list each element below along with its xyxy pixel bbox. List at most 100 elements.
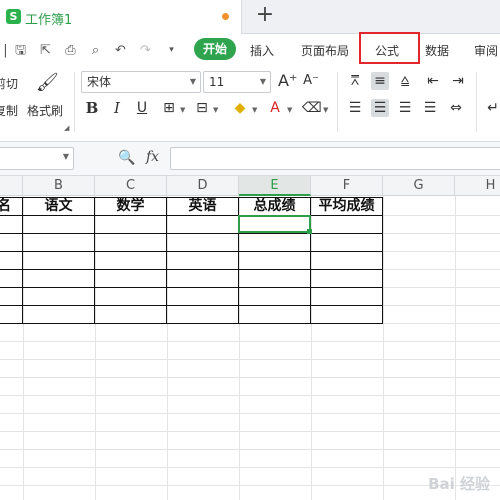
column-header-h[interactable]: H bbox=[455, 176, 500, 196]
header-cell-english[interactable]: 英语 bbox=[167, 197, 238, 215]
justify-icon[interactable]: ☰ bbox=[421, 99, 439, 117]
print-icon[interactable]: ⎙ bbox=[63, 43, 78, 58]
column-header-d[interactable]: D bbox=[167, 176, 239, 196]
header-cell-chinese[interactable]: 语文 bbox=[23, 197, 94, 215]
undo-icon[interactable]: ↶ bbox=[113, 43, 128, 58]
chevron-down-icon: ▼ bbox=[62, 152, 69, 161]
tab-bar: S 工作簿1 + bbox=[0, 0, 500, 34]
save-icon[interactable]: 🖫 bbox=[13, 43, 28, 58]
align-top-icon[interactable]: ⩞ bbox=[346, 72, 364, 90]
copy-button[interactable]: 复制 bbox=[0, 102, 18, 119]
font-name-value: 宋体 bbox=[87, 75, 112, 89]
chevron-down-icon: ▼ bbox=[189, 77, 196, 86]
menu-toggle-icon[interactable]: | bbox=[0, 43, 13, 58]
gridline bbox=[0, 395, 500, 396]
chevron-down-icon[interactable]: ▼ bbox=[213, 106, 218, 114]
chevron-down-icon[interactable]: ▼ bbox=[252, 106, 257, 114]
font-size-select[interactable]: 11 ▼ bbox=[203, 71, 271, 93]
header-cell-average[interactable]: 平均成绩 bbox=[311, 197, 382, 215]
chevron-down-icon[interactable]: ▼ bbox=[323, 106, 328, 114]
align-bottom-icon[interactable]: ⩠ bbox=[396, 72, 414, 90]
ribbon-divider bbox=[337, 72, 338, 132]
table-border bbox=[166, 197, 167, 324]
watermark: Bai 经验 bbox=[428, 475, 490, 493]
table-border bbox=[0, 305, 383, 306]
italic-icon[interactable]: I bbox=[108, 99, 126, 117]
export-icon[interactable]: ⇱ bbox=[38, 43, 53, 58]
menu-bar: | 🖫 ⇱ ⎙ ⌕ ↶ ↷ ▾ 开始 插入 页面布局 公式 数据 审阅 bbox=[0, 34, 500, 66]
column-header-c[interactable]: C bbox=[95, 176, 167, 196]
font-size-value: 11 bbox=[209, 75, 225, 89]
header-cell-math[interactable]: 数学 bbox=[95, 197, 166, 215]
decrease-indent-icon[interactable]: ⇤ bbox=[424, 72, 442, 90]
gridline bbox=[0, 413, 500, 414]
gridline bbox=[0, 377, 500, 378]
increase-indent-icon[interactable]: ⇥ bbox=[449, 72, 467, 90]
tab-review[interactable]: 审阅 bbox=[474, 42, 498, 59]
increase-font-icon[interactable]: A⁺ bbox=[278, 72, 297, 90]
new-tab-button[interactable]: + bbox=[255, 3, 275, 27]
chevron-down-icon: ▼ bbox=[259, 77, 266, 86]
clear-format-icon[interactable]: ⌫ bbox=[302, 99, 322, 117]
column-header-f[interactable]: F bbox=[311, 176, 383, 196]
formula-input[interactable] bbox=[170, 147, 500, 170]
column-header-a[interactable] bbox=[0, 176, 23, 196]
gridline bbox=[0, 359, 500, 360]
gridline bbox=[0, 341, 500, 342]
align-left-icon[interactable]: ☰ bbox=[346, 99, 364, 117]
underline-icon[interactable]: U bbox=[133, 99, 151, 117]
merge-cells-icon[interactable]: ⊟ bbox=[193, 99, 211, 117]
format-painter-button[interactable]: 格式刷 bbox=[27, 102, 63, 119]
formula-bar: ▼ 🔍 fx bbox=[0, 142, 500, 176]
insert-function-icon[interactable]: fx bbox=[146, 149, 159, 165]
gridline bbox=[455, 196, 456, 500]
cut-button[interactable]: 剪切 bbox=[0, 75, 18, 92]
column-header-e[interactable]: E bbox=[239, 176, 311, 196]
decrease-font-icon[interactable]: A⁻ bbox=[302, 72, 320, 90]
align-middle-icon[interactable]: ≡ bbox=[371, 72, 389, 90]
table-border bbox=[0, 215, 383, 216]
clipboard-dialog-icon[interactable]: ◢ bbox=[64, 124, 69, 132]
wrap-text-icon[interactable]: ↵ bbox=[484, 99, 500, 117]
zoom-icon[interactable]: 🔍 bbox=[118, 150, 135, 166]
format-painter-icon[interactable]: 🖌 bbox=[36, 74, 59, 92]
gridline bbox=[0, 449, 500, 450]
border-icon[interactable]: ⊞ bbox=[160, 99, 178, 117]
fill-handle[interactable] bbox=[307, 229, 312, 234]
unsaved-indicator bbox=[222, 13, 229, 20]
print-preview-icon[interactable]: ⌕ bbox=[88, 43, 103, 58]
tab-page-layout[interactable]: 页面布局 bbox=[301, 42, 349, 59]
distributed-align-icon[interactable]: ⇔ bbox=[447, 99, 465, 117]
table-border bbox=[0, 269, 383, 270]
header-cell-name[interactable]: 名 bbox=[0, 197, 14, 215]
gridline bbox=[0, 431, 500, 432]
font-name-select[interactable]: 宋体 ▼ bbox=[81, 71, 201, 93]
active-cell-e2[interactable] bbox=[238, 215, 311, 233]
document-tab[interactable]: S 工作簿1 bbox=[0, 0, 242, 34]
redo-icon[interactable]: ↷ bbox=[138, 43, 153, 58]
align-center-icon[interactable]: ☰ bbox=[371, 99, 389, 117]
table-border bbox=[0, 233, 383, 234]
name-box[interactable]: ▼ bbox=[0, 147, 74, 170]
column-header-g[interactable]: G bbox=[383, 176, 455, 196]
ribbon: 剪切 复制 🖌 格式刷 ◢ 宋体 ▼ 11 ▼ A⁺ A⁻ B I U ⊞ ▼ … bbox=[0, 66, 500, 142]
font-color-icon[interactable]: A bbox=[266, 99, 284, 117]
header-cell-total[interactable]: 总成绩 bbox=[239, 197, 310, 215]
align-right-icon[interactable]: ☰ bbox=[396, 99, 414, 117]
tab-data[interactable]: 数据 bbox=[425, 42, 449, 59]
gridline bbox=[0, 485, 500, 486]
tab-insert[interactable]: 插入 bbox=[250, 42, 274, 59]
table-border bbox=[94, 197, 95, 324]
cell-grid[interactable]: 名 语文 数学 英语 总成绩 平均成绩 bbox=[0, 196, 500, 500]
table-border bbox=[0, 251, 383, 252]
more-commands-icon[interactable]: ▾ bbox=[164, 43, 179, 58]
bold-icon[interactable]: B bbox=[83, 99, 101, 117]
column-header-b[interactable]: B bbox=[23, 176, 95, 196]
chevron-down-icon[interactable]: ▼ bbox=[287, 106, 292, 114]
formula-tab-highlight bbox=[359, 32, 420, 64]
tab-start[interactable]: 开始 bbox=[194, 38, 236, 60]
column-headers: B C D E F G H bbox=[0, 176, 500, 196]
chevron-down-icon[interactable]: ▼ bbox=[180, 106, 185, 114]
fill-color-icon[interactable]: ◆ bbox=[231, 99, 249, 117]
gridline bbox=[0, 467, 500, 468]
